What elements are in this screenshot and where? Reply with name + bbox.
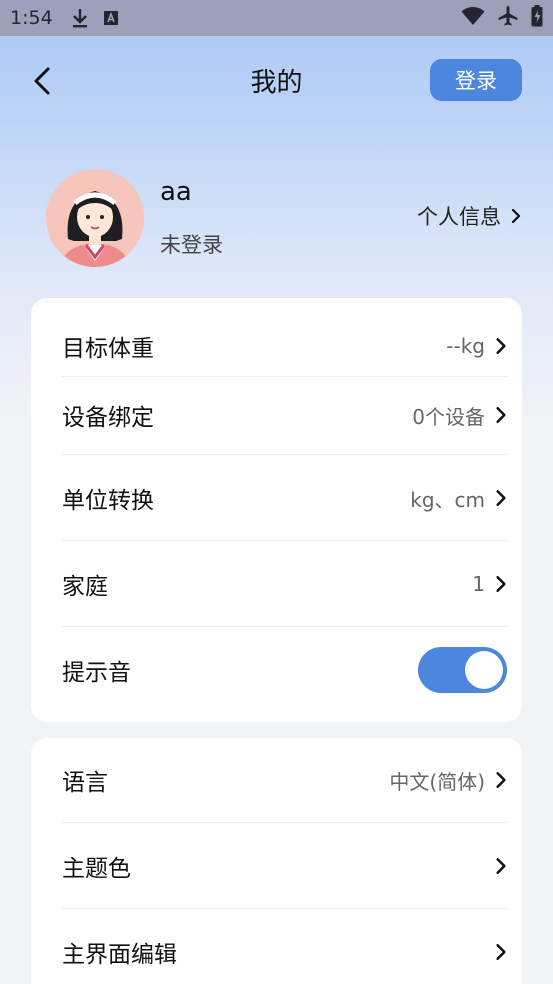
settings-card-primary: 目标体重 --kg 设备绑定 0个设备 单位转换 kg、cm 家庭 1 提示音 [31,298,522,722]
row-label: 主界面编辑 [62,942,177,968]
settings-card-secondary: 语言 中文(简体) 主题色 主界面编辑 [31,738,522,984]
divider [62,376,507,377]
status-bar: 1:54 [0,0,553,36]
status-time: 1:54 [10,7,53,29]
row-device-binding[interactable]: 设备绑定 0个设备 [62,385,507,445]
chevron-right-icon [496,772,506,788]
row-value: --kg [446,334,485,358]
row-theme-color[interactable]: 主题色 [62,836,507,896]
row-prompt-sound: 提示音 [62,640,507,700]
row-language[interactable]: 语言 中文(简体) [62,750,507,810]
chevron-right-icon [496,858,506,874]
row-home-edit[interactable]: 主界面编辑 [62,922,507,982]
download-icon [71,7,89,29]
chevron-right-icon [496,944,506,960]
divider [62,908,507,909]
chevron-right-icon [496,490,506,506]
personal-info-label: 个人信息 [417,205,501,229]
row-unit-conversion[interactable]: 单位转换 kg、cm [62,468,507,528]
row-value: 1 [472,572,485,596]
row-value: 中文(简体) [389,769,485,794]
login-button[interactable]: 登录 [430,59,522,101]
row-label: 设备绑定 [62,405,154,431]
font-a-icon [103,10,119,26]
row-family[interactable]: 家庭 1 [62,554,507,614]
personal-info-link[interactable]: 个人信息 [417,201,521,231]
wifi-icon [461,6,485,31]
row-label: 单位转换 [62,488,154,514]
username: aa [160,177,192,207]
divider [62,822,507,823]
divider [62,454,507,455]
chevron-right-icon [496,576,506,592]
top-bar: 我的 登录 [0,50,553,110]
back-button[interactable] [28,64,58,98]
row-target-weight[interactable]: 目标体重 --kg [62,316,507,376]
row-label: 提示音 [62,660,131,686]
prompt-sound-toggle[interactable] [418,647,507,693]
battery-icon [531,4,543,32]
profile-section: aa 未登录 个人信息 [0,165,553,275]
divider [62,626,507,627]
chevron-right-icon [511,208,521,224]
login-status: 未登录 [160,233,223,257]
row-label: 语言 [62,770,108,796]
divider [62,540,507,541]
row-label: 主题色 [62,856,131,882]
row-label: 目标体重 [62,336,154,362]
toggle-knob [465,651,503,689]
row-value: 0个设备 [412,404,485,429]
row-value: kg、cm [410,487,485,512]
row-label: 家庭 [62,574,108,600]
airplane-icon [497,5,519,32]
avatar [46,169,144,267]
chevron-right-icon [496,338,506,354]
chevron-right-icon [496,407,506,423]
chevron-left-icon [34,67,50,95]
